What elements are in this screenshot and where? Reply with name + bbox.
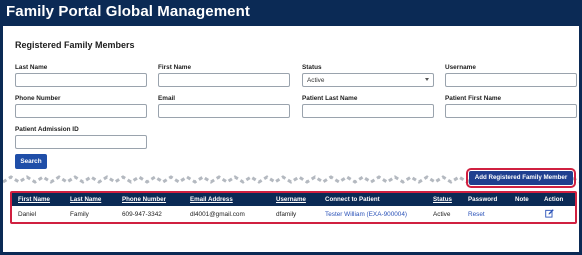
column-header-username[interactable]: Username bbox=[276, 196, 306, 203]
patient-admission-id-input[interactable] bbox=[15, 135, 147, 149]
column-header-last-name[interactable]: Last Name bbox=[70, 196, 101, 203]
phone-number-input[interactable] bbox=[15, 104, 147, 118]
username-label: Username bbox=[445, 64, 476, 71]
cell-username: dfamily bbox=[276, 211, 297, 218]
column-header-first-name[interactable]: First Name bbox=[18, 196, 50, 203]
patient-first-name-label: Patient First Name bbox=[445, 95, 502, 102]
section-title: Registered Family Members bbox=[15, 40, 135, 50]
last-name-input[interactable] bbox=[15, 73, 147, 87]
first-name-input[interactable] bbox=[158, 73, 290, 87]
column-header-phone-number[interactable]: Phone Number bbox=[122, 196, 166, 203]
cell-phone: 609-947-3342 bbox=[122, 211, 162, 218]
patient-last-name-label: Patient Last Name bbox=[302, 95, 358, 102]
app-header: Family Portal Global Management bbox=[0, 0, 582, 26]
family-members-table: First Name Last Name Phone Number Email … bbox=[10, 191, 577, 224]
add-registered-family-member-button[interactable]: Add Registered Family Member bbox=[466, 168, 576, 188]
cell-status: Active bbox=[433, 211, 451, 218]
status-select[interactable]: Active bbox=[302, 73, 434, 87]
username-input[interactable] bbox=[445, 73, 577, 87]
table-header: First Name Last Name Phone Number Email … bbox=[12, 193, 575, 206]
reset-password-link[interactable]: Reset bbox=[468, 211, 485, 218]
page-title: Family Portal Global Management bbox=[6, 3, 250, 20]
chevron-down-icon bbox=[425, 78, 429, 81]
column-header-connect-to-patient: Connect to Patient bbox=[325, 196, 380, 203]
column-header-status[interactable]: Status bbox=[433, 196, 452, 203]
column-header-note: Note bbox=[515, 196, 529, 203]
email-label: Email bbox=[158, 95, 176, 102]
patient-last-name-input[interactable] bbox=[302, 104, 434, 118]
cell-last-name: Family bbox=[70, 211, 89, 218]
patient-admission-id-label: Patient Admission ID bbox=[15, 126, 79, 133]
patient-link[interactable]: Tester William (EXA-900004) bbox=[325, 211, 407, 218]
patient-first-name-input[interactable] bbox=[445, 104, 577, 118]
last-name-label: Last Name bbox=[15, 64, 48, 71]
phone-number-label: Phone Number bbox=[15, 95, 61, 102]
status-select-value: Active bbox=[307, 77, 325, 84]
column-header-action: Action bbox=[544, 196, 564, 203]
cell-first-name: Daniel bbox=[18, 211, 37, 218]
email-input[interactable] bbox=[158, 104, 290, 118]
status-label: Status bbox=[302, 64, 322, 71]
column-header-password: Password bbox=[468, 196, 498, 203]
edit-icon[interactable] bbox=[545, 209, 554, 218]
first-name-label: First Name bbox=[158, 64, 192, 71]
column-header-email-address[interactable]: Email Address bbox=[190, 196, 233, 203]
table-row: Daniel Family 609-947-3342 dl4001@gmail.… bbox=[12, 206, 575, 222]
search-button[interactable]: Search bbox=[15, 154, 47, 169]
cell-email: dl4001@gmail.com bbox=[190, 211, 245, 218]
